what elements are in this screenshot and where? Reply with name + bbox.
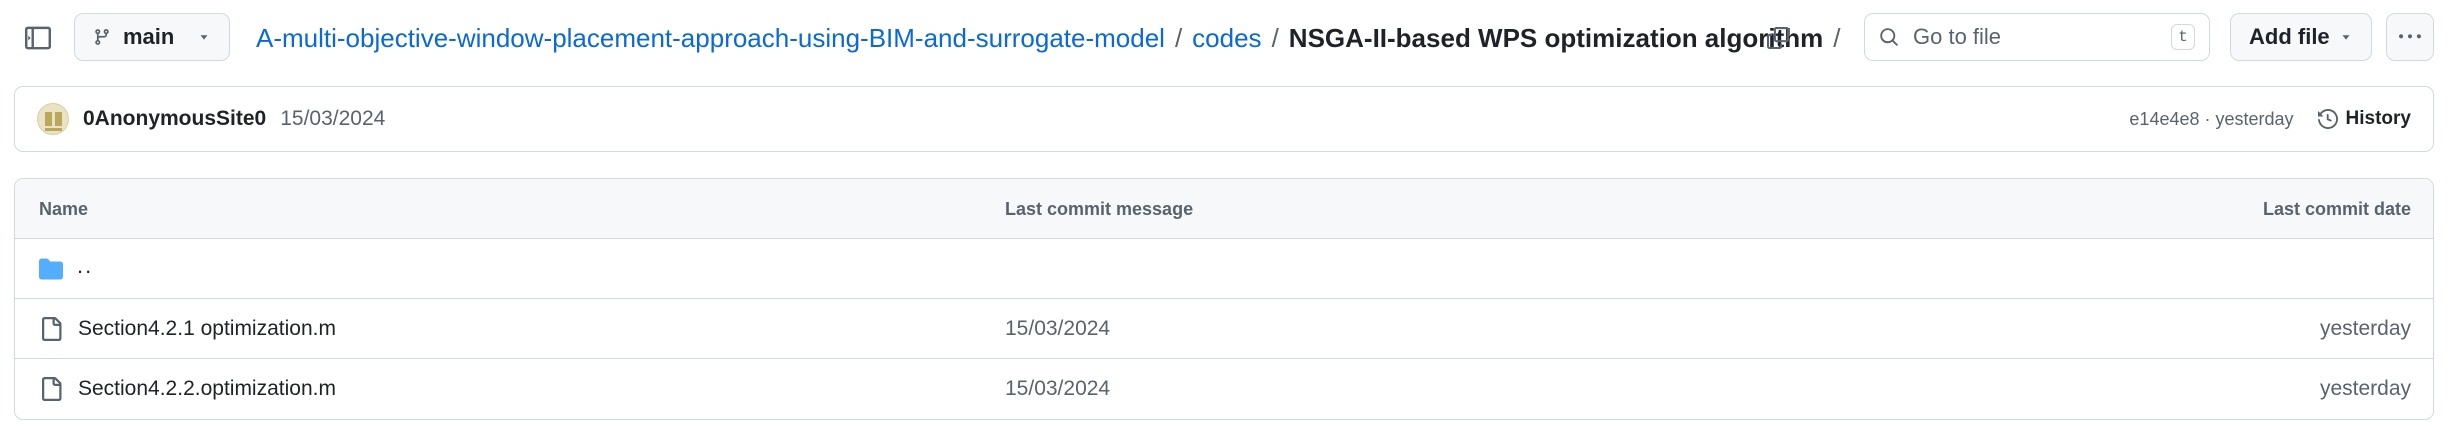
chevron-down-icon xyxy=(200,35,208,40)
file-table: Name Last commit message Last commit dat… xyxy=(14,178,2434,420)
branch-name: main xyxy=(123,24,175,49)
file-icon xyxy=(42,317,62,341)
clock-icon xyxy=(2317,109,2338,129)
breadcrumb-separator: / xyxy=(1833,22,1841,53)
latest-commit-bar: 0AnonymousSite0 15/03/2024 e14e4e8 · yes… xyxy=(14,86,2434,152)
file-icon xyxy=(42,377,62,401)
branch-icon xyxy=(95,29,109,45)
breadcrumb: A-multi-objective-window-placement-appro… xyxy=(256,18,1851,58)
sidebar-icon xyxy=(25,26,51,50)
kebab-icon xyxy=(2399,34,2421,39)
table-header: Name Last commit message Last commit dat… xyxy=(15,179,2433,239)
sidebar-toggle-button[interactable] xyxy=(18,18,58,58)
parent-directory-row[interactable]: .. xyxy=(15,239,2433,299)
breadcrumb-separator: / xyxy=(1271,22,1279,53)
commit-meta: e14e4e8 · yesterday History xyxy=(2129,108,2411,130)
chevron-down-icon xyxy=(2342,35,2350,40)
table-row: Section4.2.1 optimization.m 15/03/2024 y… xyxy=(15,299,2433,359)
column-last-commit-message: Last commit message xyxy=(1005,199,1194,219)
copy-path-button[interactable] xyxy=(1758,18,1798,58)
column-last-commit-date: Last commit date xyxy=(2262,199,2411,219)
search-placeholder: Go to file xyxy=(1913,24,2002,49)
copy-icon xyxy=(1767,27,1789,49)
breadcrumb-current: NSGA-II-based WPS optimization algorithm xyxy=(1288,22,1824,53)
file-commit-date: yesterday xyxy=(2319,377,2411,400)
keyboard-shortcut-hint: t xyxy=(2171,24,2195,50)
avatar[interactable] xyxy=(37,103,69,135)
add-file-button[interactable]: Add file xyxy=(2230,13,2372,61)
branch-selector-button[interactable]: main xyxy=(74,13,230,61)
breadcrumb-folder-link[interactable]: codes xyxy=(1192,23,1261,54)
commit-sha-time[interactable]: e14e4e8 · yesterday xyxy=(2129,109,2293,130)
more-options-button[interactable] xyxy=(2386,13,2434,61)
commit-author[interactable]: 0AnonymousSite0 xyxy=(83,107,266,131)
table-row: Section4.2.2.optimization.m 15/03/2024 y… xyxy=(15,359,2433,419)
go-to-file-input[interactable]: Go to file t xyxy=(1864,13,2210,61)
add-file-label: Add file xyxy=(2249,24,2330,49)
folder-icon xyxy=(39,258,63,280)
repo-header: main A-multi-objective-window-placement-… xyxy=(0,0,2450,76)
file-commit-message[interactable]: 15/03/2024 xyxy=(1005,377,1110,401)
commit-message[interactable]: 15/03/2024 xyxy=(280,107,385,131)
file-commit-date: yesterday xyxy=(2319,317,2411,340)
breadcrumb-repo-link[interactable]: A-multi-objective-window-placement-appro… xyxy=(256,23,1165,54)
file-name-link[interactable]: Section4.2.1 optimization.m xyxy=(78,317,336,341)
history-label: History xyxy=(2345,108,2411,129)
file-name-link[interactable]: Section4.2.2.optimization.m xyxy=(78,377,336,401)
search-icon xyxy=(1880,28,1898,46)
history-link[interactable]: History xyxy=(2317,108,2411,130)
column-name: Name xyxy=(39,199,89,219)
parent-directory-link[interactable]: .. xyxy=(77,253,93,279)
file-commit-message[interactable]: 15/03/2024 xyxy=(1005,317,1110,341)
breadcrumb-separator: / xyxy=(1174,22,1183,53)
